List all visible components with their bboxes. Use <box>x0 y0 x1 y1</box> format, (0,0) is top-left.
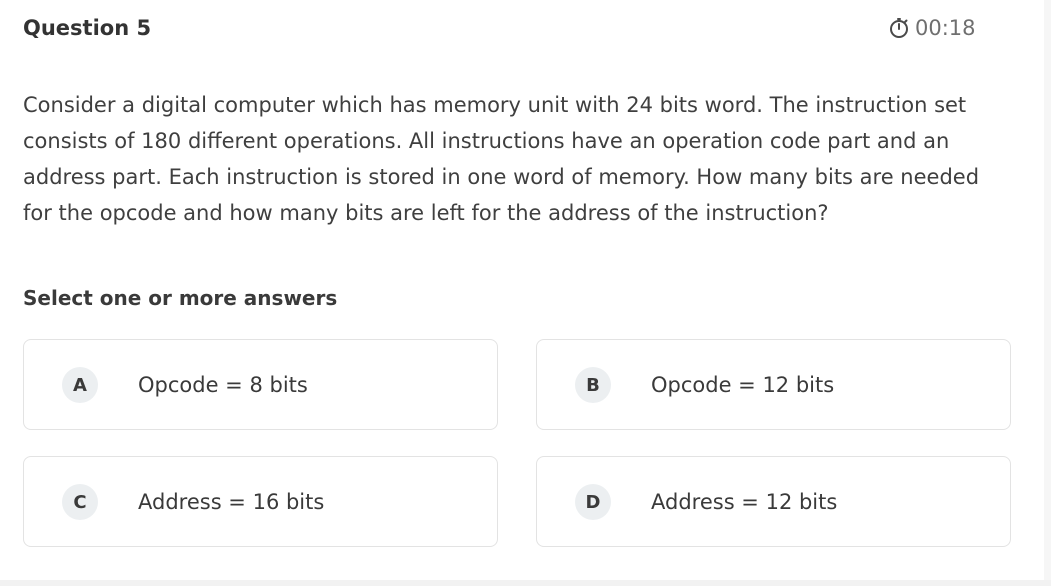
question-header: Question 5 00:18 <box>23 14 1051 42</box>
answer-option-a[interactable]: A Opcode = 8 bits <box>23 339 498 430</box>
quiz-page: Question 5 00:18 Consider a digital comp… <box>0 0 1051 586</box>
answer-option-c[interactable]: C Address = 16 bits <box>23 456 498 547</box>
timer: 00:18 <box>888 14 976 42</box>
option-letter-badge: B <box>575 367 611 403</box>
scrollbar-track[interactable] <box>1044 0 1051 586</box>
timer-value: 00:18 <box>915 16 976 40</box>
option-letter-badge: C <box>62 484 98 520</box>
answer-option-b[interactable]: B Opcode = 12 bits <box>536 339 1011 430</box>
option-text: Address = 12 bits <box>651 489 838 514</box>
stopwatch-icon <box>888 17 910 39</box>
bottom-divider <box>0 580 1051 586</box>
answer-option-d[interactable]: D Address = 12 bits <box>536 456 1011 547</box>
option-letter-badge: A <box>62 367 98 403</box>
question-text: Consider a digital computer which has me… <box>23 93 980 225</box>
option-text: Opcode = 8 bits <box>138 372 308 397</box>
option-letter-badge: D <box>575 484 611 520</box>
answer-instructions: Select one or more answers <box>23 286 338 310</box>
question-number: Question 5 <box>23 16 152 40</box>
option-text: Address = 16 bits <box>138 489 325 514</box>
option-text: Opcode = 12 bits <box>651 372 835 397</box>
